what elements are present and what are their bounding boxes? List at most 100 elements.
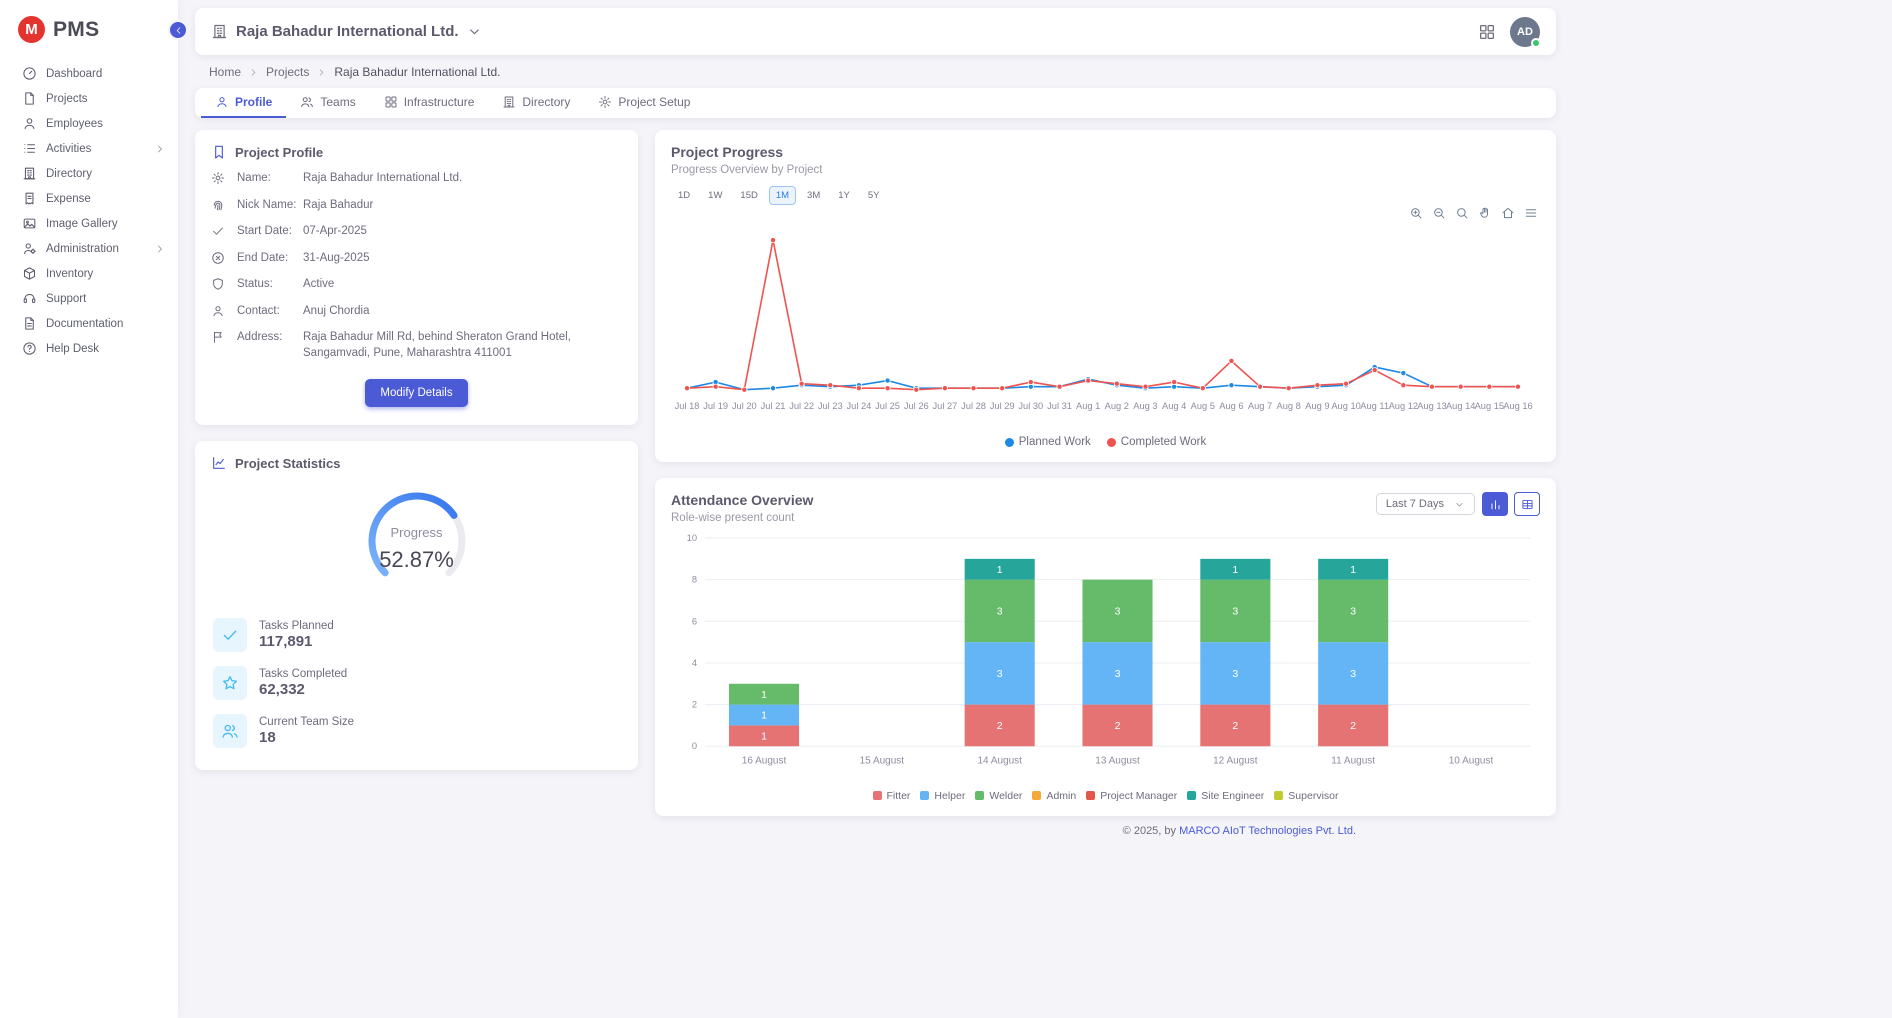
sidebar-item-expense[interactable]: Expense xyxy=(0,186,178,211)
file-text-icon xyxy=(22,316,37,331)
menu-icon[interactable] xyxy=(1524,206,1538,220)
attendance-header: Attendance Overview Role-wise present co… xyxy=(671,492,1540,524)
sidebar-item-projects[interactable]: Projects xyxy=(0,86,178,111)
breadcrumb: Home Projects Raja Bahadur International L… xyxy=(209,65,1892,79)
zoom-out-icon[interactable] xyxy=(1432,206,1446,220)
legend-planned-work[interactable]: Planned Work xyxy=(1005,436,1091,448)
sidebar-item-help-desk[interactable]: Help Desk xyxy=(0,336,178,361)
legend-helper[interactable]: Helper xyxy=(920,790,965,802)
modify-details-button[interactable]: Modify Details xyxy=(365,379,467,407)
breadcrumb-item-home[interactable]: Home xyxy=(209,65,241,79)
legend-admin[interactable]: Admin xyxy=(1032,790,1076,802)
zoom-in-icon[interactable] xyxy=(1409,206,1423,220)
view-bar-chart-toggle[interactable] xyxy=(1482,492,1508,516)
legend-completed-work[interactable]: Completed Work xyxy=(1107,436,1206,448)
legend-welder[interactable]: Welder xyxy=(975,790,1022,802)
svg-text:Aug 1: Aug 1 xyxy=(1076,401,1100,411)
svg-text:1: 1 xyxy=(761,710,767,722)
stat-current-team-size: Current Team Size18 xyxy=(213,714,620,748)
tab-label: Teams xyxy=(320,95,355,109)
range-1d-button[interactable]: 1D xyxy=(671,186,697,205)
card-title-text: Project Profile xyxy=(235,145,323,160)
svg-text:8: 8 xyxy=(692,575,697,585)
list-icon xyxy=(22,141,37,156)
home-icon[interactable] xyxy=(1501,206,1515,220)
project-progress-chart[interactable]: Jul 18Jul 19Jul 20Jul 21Jul 22Jul 23Jul … xyxy=(671,209,1540,434)
sidebar-item-image-gallery[interactable]: Image Gallery xyxy=(0,211,178,236)
range-3m-button[interactable]: 3M xyxy=(800,186,827,205)
topbar-right: AD xyxy=(1478,17,1540,47)
sidebar-item-directory[interactable]: Directory xyxy=(0,161,178,186)
breadcrumb-item-projects[interactable]: Projects xyxy=(266,65,309,79)
pan-icon[interactable] xyxy=(1478,206,1492,220)
sidebar-item-dashboard[interactable]: Dashboard xyxy=(0,61,178,86)
svg-text:Aug 5: Aug 5 xyxy=(1191,401,1215,411)
chevron-right-icon xyxy=(248,67,259,78)
period-select[interactable]: Last 7 Days xyxy=(1376,493,1475,515)
range-5y-button[interactable]: 5Y xyxy=(861,186,887,205)
svg-text:Jul 27: Jul 27 xyxy=(933,401,958,411)
profile-actions: Modify Details xyxy=(211,379,622,407)
project-profile-card: Project Profile Name:Raja Bahadur Intern… xyxy=(195,130,638,425)
footer-link[interactable]: MARCO AIoT Technologies Pvt. Ltd. xyxy=(1179,825,1356,837)
receipt-icon xyxy=(22,191,37,206)
sidebar-item-employees[interactable]: Employees xyxy=(0,111,178,136)
field-label: Address: xyxy=(237,330,301,346)
svg-text:3: 3 xyxy=(1232,668,1238,680)
sidebar-item-documentation[interactable]: Documentation xyxy=(0,311,178,336)
legend-supervisor[interactable]: Supervisor xyxy=(1274,790,1338,802)
bookmark-icon xyxy=(211,144,227,160)
profile-field-contact: Contact:Anuj Chordia xyxy=(211,304,622,320)
chevron-down-icon xyxy=(1454,499,1465,510)
app-logo[interactable]: M PMS xyxy=(0,0,178,57)
sidebar-item-administration[interactable]: Administration xyxy=(0,236,178,261)
tab-profile[interactable]: Profile xyxy=(201,88,286,118)
tab-directory[interactable]: Directory xyxy=(488,88,584,118)
svg-text:0: 0 xyxy=(692,741,697,751)
tab-teams[interactable]: Teams xyxy=(286,88,369,118)
svg-text:Jul 25: Jul 25 xyxy=(875,401,900,411)
svg-text:3: 3 xyxy=(997,606,1003,618)
svg-text:Jul 22: Jul 22 xyxy=(789,401,814,411)
tab-project-setup[interactable]: Project Setup xyxy=(584,88,704,118)
range-1y-button[interactable]: 1Y xyxy=(831,186,857,205)
svg-text:15 August: 15 August xyxy=(860,756,905,767)
stat-label: Current Team Size xyxy=(259,716,354,728)
legend-project-manager[interactable]: Project Manager xyxy=(1086,790,1177,802)
sidebar-item-activities[interactable]: Activities xyxy=(0,136,178,161)
company-name: Raja Bahadur International Ltd. xyxy=(236,23,459,40)
tab-label: Directory xyxy=(522,95,570,109)
attendance-chart[interactable]: 024681016 August11115 August14 August233… xyxy=(671,530,1540,787)
avatar[interactable]: AD xyxy=(1510,17,1540,47)
svg-text:Aug 4: Aug 4 xyxy=(1162,401,1186,411)
attendance-legend: Fitter Helper Welder Admin Project Manager Si… xyxy=(671,788,1540,808)
legend-site-engineer[interactable]: Site Engineer xyxy=(1187,790,1264,802)
sidebar-collapse-button[interactable] xyxy=(168,20,188,40)
svg-text:Aug 14: Aug 14 xyxy=(1446,401,1475,411)
range-1m-button[interactable]: 1M xyxy=(769,186,796,205)
sidebar-item-support[interactable]: Support xyxy=(0,286,178,311)
svg-text:Aug 6: Aug 6 xyxy=(1219,401,1243,411)
company-selector[interactable]: Raja Bahadur International Ltd. xyxy=(211,23,482,40)
legend-fitter[interactable]: Fitter xyxy=(873,790,911,802)
svg-text:Aug 3: Aug 3 xyxy=(1133,401,1157,411)
stat-value: 117,891 xyxy=(259,633,334,650)
apps-grid-icon[interactable] xyxy=(1478,23,1496,41)
online-status-dot xyxy=(1531,38,1541,48)
chart-line-icon xyxy=(211,455,227,471)
svg-text:1: 1 xyxy=(1350,564,1356,576)
range-1w-button[interactable]: 1W xyxy=(701,186,729,205)
breadcrumb-item-raja-bahadur-international-ltd: Raja Bahadur International Ltd. xyxy=(334,65,500,79)
range-selector: 1D1W15D 1M3M1Y5Y xyxy=(671,186,1540,205)
tab-infrastructure[interactable]: Infrastructure xyxy=(370,88,489,118)
field-label: Start Date: xyxy=(237,224,301,240)
view-table-toggle[interactable] xyxy=(1514,492,1540,516)
grid-icon xyxy=(384,95,398,109)
svg-text:Jul 24: Jul 24 xyxy=(847,401,872,411)
sidebar-item-inventory[interactable]: Inventory xyxy=(0,261,178,286)
range-15d-button[interactable]: 15D xyxy=(733,186,764,205)
zoom-selection-icon[interactable] xyxy=(1455,206,1469,220)
profile-field-address: Address:Raja Bahadur Mill Rd, behind She… xyxy=(211,330,622,361)
svg-text:4: 4 xyxy=(692,658,697,668)
field-label: Status: xyxy=(237,277,301,293)
